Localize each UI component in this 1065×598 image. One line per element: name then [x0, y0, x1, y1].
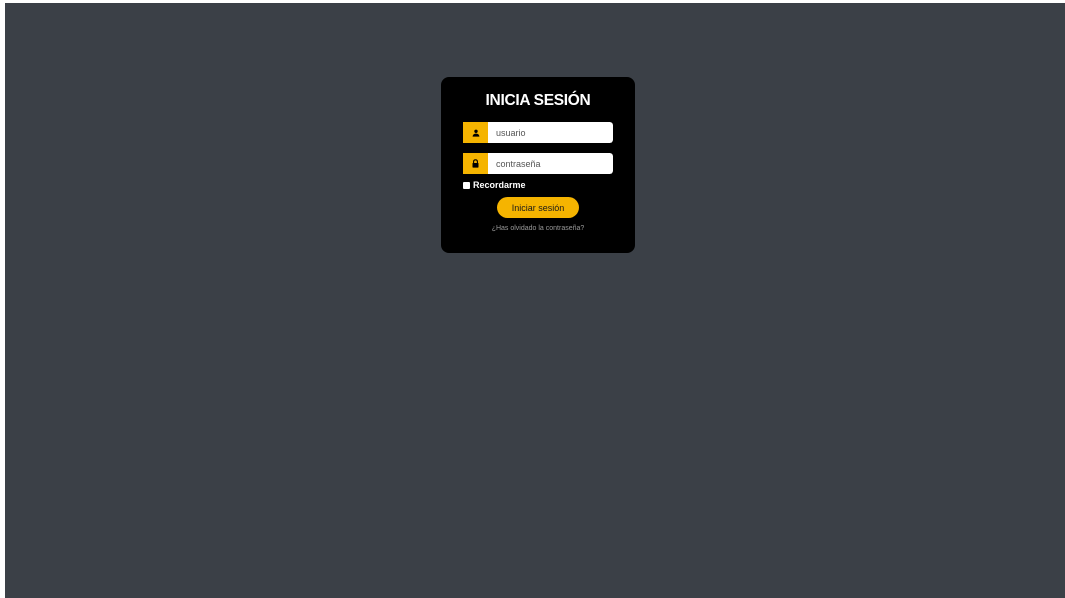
user-icon — [463, 122, 488, 143]
remember-me[interactable]: Recordarme — [463, 180, 526, 190]
login-button[interactable]: Iniciar sesión — [497, 197, 579, 218]
lock-icon — [463, 153, 488, 174]
password-input[interactable] — [488, 153, 613, 174]
remember-checkbox[interactable] — [463, 181, 470, 189]
username-field — [463, 122, 613, 143]
username-input[interactable] — [488, 122, 613, 143]
page-background: INICIA SESIÓN Recordarme In — [5, 3, 1065, 598]
login-card: INICIA SESIÓN Recordarme In — [441, 77, 635, 253]
password-field — [463, 153, 613, 174]
remember-label: Recordarme — [473, 180, 526, 190]
login-title: INICIA SESIÓN — [485, 92, 591, 109]
forgot-password-link[interactable]: ¿Has olvidado la contraseña? — [441, 225, 635, 232]
